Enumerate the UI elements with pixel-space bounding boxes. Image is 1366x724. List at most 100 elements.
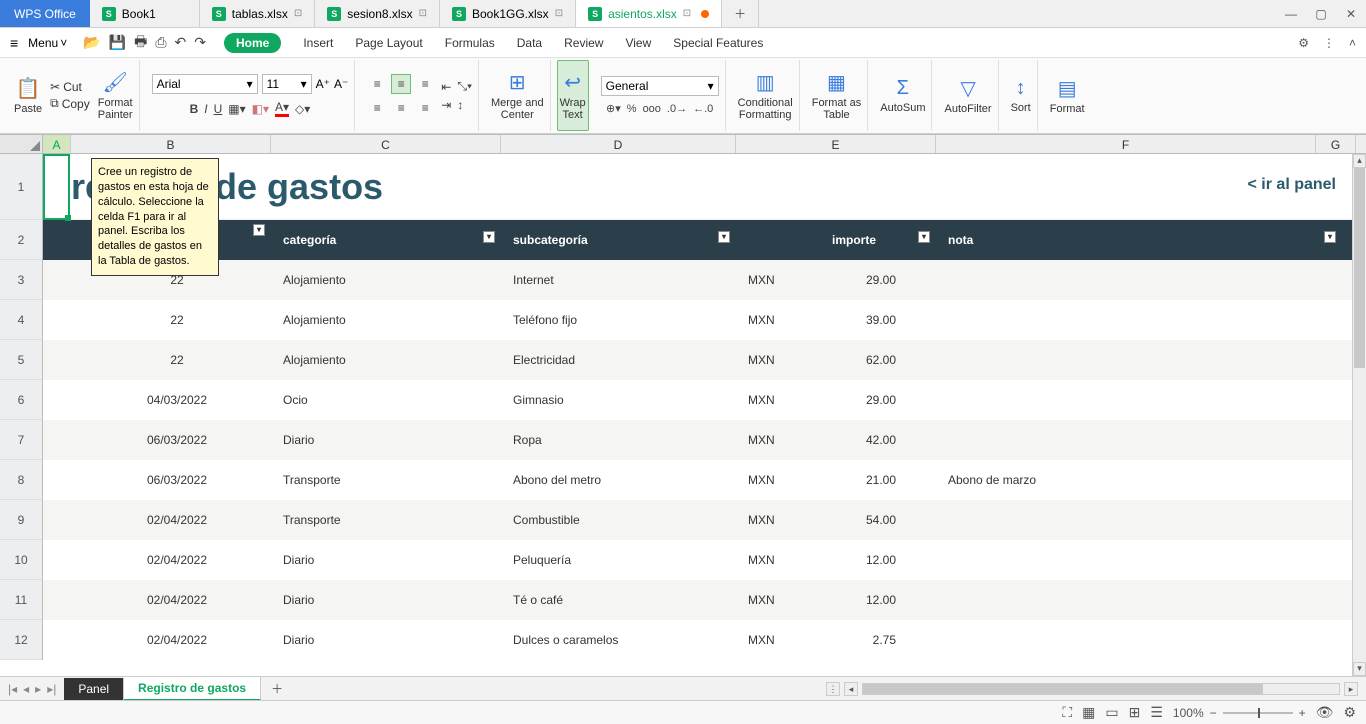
scroll-thumb[interactable] xyxy=(1354,168,1365,368)
maximize-button[interactable]: ▢ xyxy=(1306,0,1336,27)
cell-nota[interactable]: Abono de marzo xyxy=(936,473,1316,487)
font-size-select[interactable]: 11▾ xyxy=(262,74,312,94)
percent-button[interactable]: % xyxy=(627,103,637,115)
sort-button[interactable]: ↕Sort xyxy=(1005,60,1038,131)
open-icon[interactable]: 📂 xyxy=(83,34,100,51)
cell-importe[interactable]: MXN21.00 xyxy=(736,473,936,487)
first-sheet-icon[interactable]: |◂ xyxy=(8,682,17,696)
doc-tab-sesion8[interactable]: Ssesion8.xlsx⊡ xyxy=(315,0,440,27)
scroll-down-button[interactable]: ▾ xyxy=(1353,662,1366,676)
col-C[interactable]: C xyxy=(271,135,501,153)
cell-subcategoria[interactable]: Peluquería xyxy=(501,553,736,567)
row-4[interactable]: 4 xyxy=(0,300,42,340)
col-E[interactable]: E xyxy=(736,135,936,153)
cell-importe[interactable]: MXN39.00 xyxy=(736,313,936,327)
tab-data[interactable]: Data xyxy=(517,36,542,50)
zoom-in-button[interactable]: + xyxy=(1299,706,1306,720)
table-row[interactable]: 06/03/2022TransporteAbono del metroMXN21… xyxy=(43,460,1366,500)
number-format-select[interactable]: General▾ xyxy=(601,76,719,96)
undo-icon[interactable]: ↶ xyxy=(175,34,187,51)
next-sheet-icon[interactable]: ▸ xyxy=(35,682,41,696)
clear-format-button[interactable]: ◇▾ xyxy=(295,102,310,116)
settings-icon[interactable]: ⚙ xyxy=(1298,36,1309,50)
cell-fecha[interactable]: 02/04/2022 xyxy=(71,633,271,647)
collapse-ribbon-icon[interactable]: ˄ xyxy=(1349,36,1356,50)
comma-button[interactable]: ooo xyxy=(643,103,661,115)
copy-button[interactable]: ⧉Copy xyxy=(50,96,90,111)
table-row[interactable]: 02/04/2022DiarioPeluqueríaMXN12.00 xyxy=(43,540,1366,580)
font-color-button[interactable]: A▾ xyxy=(275,100,289,117)
zoom-out-button[interactable]: − xyxy=(1210,706,1217,720)
normal-view-icon[interactable]: ▦ xyxy=(1082,704,1095,721)
select-all-corner[interactable] xyxy=(0,135,43,153)
cell-subcategoria[interactable]: Combustible xyxy=(501,513,736,527)
doc-tab-tablas[interactable]: Stablas.xlsx⊡ xyxy=(200,0,315,27)
cell-categoria[interactable]: Diario xyxy=(271,433,501,447)
row-9[interactable]: 9 xyxy=(0,500,42,540)
scroll-thumb[interactable] xyxy=(863,684,1263,694)
minimize-button[interactable]: — xyxy=(1276,0,1306,27)
table-row[interactable]: 22AlojamientoTeléfono fijoMXN39.00 xyxy=(43,300,1366,340)
cell-subcategoria[interactable]: Ropa xyxy=(501,433,736,447)
cell-importe[interactable]: MXN62.00 xyxy=(736,353,936,367)
save-icon[interactable]: 💾 xyxy=(109,34,126,51)
horizontal-scrollbar[interactable]: ⋮ ◂ ▸ xyxy=(826,682,1366,696)
cell-fecha[interactable]: 02/04/2022 xyxy=(71,593,271,607)
increase-indent[interactable]: ⇥ xyxy=(441,98,451,112)
increase-font-icon[interactable]: A⁺ xyxy=(316,77,330,91)
tab-view[interactable]: View xyxy=(625,36,651,50)
decrease-font-icon[interactable]: A⁻ xyxy=(334,77,348,91)
row-2[interactable]: 2 xyxy=(0,220,42,260)
autosum-button[interactable]: ΣAutoSum xyxy=(874,60,932,131)
col-D[interactable]: D xyxy=(501,135,736,153)
cell-importe[interactable]: MXN12.00 xyxy=(736,553,936,567)
format-painter-button[interactable]: 🖌Format Painter xyxy=(98,70,133,121)
row-3[interactable]: 3 xyxy=(0,260,42,300)
vertical-scrollbar[interactable]: ▴ ▾ xyxy=(1352,154,1366,676)
sheet-tab-registro[interactable]: Registro de gastos xyxy=(124,677,261,701)
increase-decimal[interactable]: .0→ xyxy=(667,103,687,115)
cell-importe[interactable]: MXN29.00 xyxy=(736,273,936,287)
cell-subcategoria[interactable]: Electricidad xyxy=(501,353,736,367)
tab-formulas[interactable]: Formulas xyxy=(445,36,495,50)
cell-categoria[interactable]: Ocio xyxy=(271,393,501,407)
cell-fecha[interactable]: 02/04/2022 xyxy=(71,513,271,527)
page-layout-icon[interactable]: ▭ xyxy=(1105,704,1118,721)
table-row[interactable]: 06/03/2022DiarioRopaMXN42.00 xyxy=(43,420,1366,460)
add-sheet-button[interactable]: ＋ xyxy=(261,680,293,697)
split-icon[interactable]: ⋮ xyxy=(826,682,840,696)
page-break-icon[interactable]: ⊞ xyxy=(1129,704,1141,721)
cut-button[interactable]: ✂Cut xyxy=(50,80,90,94)
filter-button[interactable]: ▾ xyxy=(483,231,495,243)
autofilter-button[interactable]: ▽AutoFilter xyxy=(938,60,998,131)
cell-fecha[interactable]: 06/03/2022 xyxy=(71,473,271,487)
tab-insert[interactable]: Insert xyxy=(303,36,333,50)
row-10[interactable]: 10 xyxy=(0,540,42,580)
zoom-slider[interactable] xyxy=(1223,712,1293,714)
panel-link[interactable]: < ir al panel xyxy=(1248,176,1336,194)
cell-fecha[interactable]: 22 xyxy=(71,313,271,327)
filter-button[interactable]: ▾ xyxy=(253,224,265,236)
row-8[interactable]: 8 xyxy=(0,460,42,500)
tab-special-features[interactable]: Special Features xyxy=(673,36,763,50)
close-button[interactable]: ✕ xyxy=(1336,0,1366,27)
title-row[interactable]: registro de gastos < ir al panel xyxy=(43,154,1366,220)
border-button[interactable]: ▦▾ xyxy=(228,102,245,116)
pin-icon[interactable]: ⊡ xyxy=(294,8,302,19)
cell-importe[interactable]: MXN2.75 xyxy=(736,633,936,647)
font-name-select[interactable]: Arial▾ xyxy=(152,74,258,94)
tab-review[interactable]: Review xyxy=(564,36,603,50)
last-sheet-icon[interactable]: ▸| xyxy=(47,682,56,696)
align-top-right[interactable]: ≡ xyxy=(415,74,435,94)
menu-button[interactable]: Menu ˅ xyxy=(22,34,73,52)
settings-icon[interactable]: ⚙ xyxy=(1343,704,1356,721)
align-mid-center[interactable]: ≡ xyxy=(391,98,411,118)
pin-icon[interactable]: ⊡ xyxy=(419,8,427,19)
cell-fecha[interactable]: 22 xyxy=(71,353,271,367)
cell-categoria[interactable]: Transporte xyxy=(271,473,501,487)
cell-categoria[interactable]: Diario xyxy=(271,593,501,607)
align-mid-right[interactable]: ≡ xyxy=(415,98,435,118)
cell-subcategoria[interactable]: Abono del metro xyxy=(501,473,736,487)
row-7[interactable]: 7 xyxy=(0,420,42,460)
cell-subcategoria[interactable]: Té o café xyxy=(501,593,736,607)
